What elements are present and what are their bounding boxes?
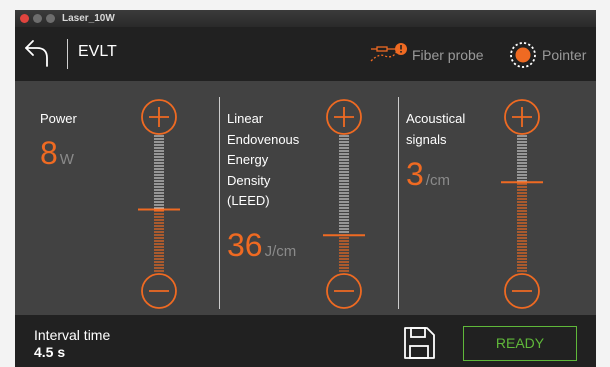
column-divider bbox=[219, 97, 220, 309]
power-value: 8W bbox=[40, 136, 74, 177]
title-bar: Laser_10W bbox=[15, 10, 596, 27]
page-title: EVLT bbox=[78, 43, 117, 60]
leed-value-number: 36 bbox=[227, 227, 263, 263]
power-label: Power bbox=[40, 109, 77, 130]
footer-bar: Interval time 4.5 s READY bbox=[15, 315, 596, 367]
app-window: Laser_10W EVLT Fiber probe Pointer Power bbox=[15, 10, 596, 367]
minus-icon[interactable] bbox=[326, 273, 362, 309]
leed-label-line: Endovenous bbox=[227, 131, 300, 147]
power-label-line: Power bbox=[40, 111, 77, 126]
leed-label-line: Density bbox=[227, 172, 271, 188]
plus-icon[interactable] bbox=[141, 99, 177, 135]
acoustical-value-number: 3 bbox=[406, 156, 424, 192]
minimize-window-button[interactable] bbox=[33, 14, 42, 23]
window-title: Laser_10W bbox=[62, 13, 115, 24]
plus-icon[interactable] bbox=[504, 99, 540, 135]
pointer-icon[interactable] bbox=[509, 41, 537, 69]
leed-label: Linear Endovenous Energy Density (LEED) bbox=[227, 109, 299, 212]
maximize-window-button[interactable] bbox=[46, 14, 55, 23]
fiber-probe-label[interactable]: Fiber probe bbox=[412, 47, 484, 63]
acoustical-label: Acoustical signals bbox=[406, 109, 465, 150]
leed-label-line: (LEED) bbox=[227, 193, 270, 208]
leed-value: 36 J/cm bbox=[227, 228, 296, 269]
header-bar: EVLT Fiber probe Pointer bbox=[15, 27, 596, 81]
interval-time-label: Interval time bbox=[34, 327, 111, 343]
leed-slider[interactable] bbox=[321, 97, 367, 311]
fiber-probe-icon[interactable] bbox=[369, 41, 409, 63]
power-value-number: 8 bbox=[40, 135, 58, 171]
leed-label-line: Linear bbox=[227, 111, 264, 126]
save-icon[interactable] bbox=[401, 325, 437, 361]
acoustical-unit: /cm bbox=[425, 172, 450, 189]
minus-icon[interactable] bbox=[141, 273, 177, 309]
plus-icon[interactable] bbox=[326, 99, 362, 135]
interval-time-value: 4.5 s bbox=[34, 344, 66, 360]
close-window-button[interactable] bbox=[20, 14, 29, 23]
back-arrow-icon[interactable] bbox=[23, 36, 51, 68]
leed-unit: J/cm bbox=[264, 243, 297, 260]
acoustical-label-line: Acoustical bbox=[406, 111, 466, 126]
leed-label-line: Energy bbox=[227, 152, 269, 167]
pointer-label[interactable]: Pointer bbox=[542, 47, 586, 63]
parameter-panel: Power 8W Linear Endovenous Energy Densit… bbox=[15, 81, 596, 315]
acoustical-slider[interactable] bbox=[499, 97, 545, 311]
minus-icon[interactable] bbox=[504, 273, 540, 309]
power-unit: W bbox=[59, 151, 74, 168]
acoustical-label-line: signals bbox=[406, 131, 447, 147]
column-divider bbox=[398, 97, 399, 309]
header-divider bbox=[67, 39, 68, 69]
power-slider[interactable] bbox=[136, 97, 182, 311]
acoustical-value: 3/cm bbox=[406, 157, 450, 198]
ready-button[interactable]: READY bbox=[463, 326, 577, 361]
